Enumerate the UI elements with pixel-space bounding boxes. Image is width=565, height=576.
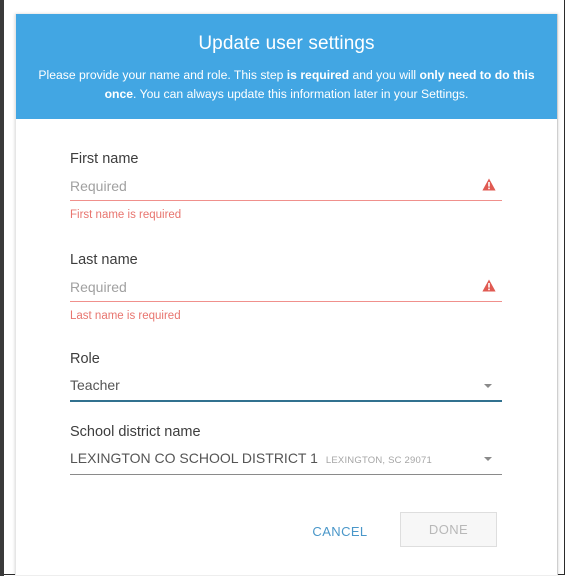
first-name-label: First name [70, 151, 139, 167]
done-button[interactable]: DONE [400, 512, 497, 547]
school-district-location: LEXINGTON, SC 29071 [325, 455, 432, 466]
chevron-down-icon [484, 384, 492, 388]
school-district-select[interactable]: School district name LEXINGTON CO SCHOOL… [70, 424, 502, 478]
first-name-input[interactable] [70, 173, 502, 199]
description-text-1: Please provide your name and role. This … [38, 68, 287, 82]
cancel-button[interactable]: CANCEL [303, 516, 377, 546]
role-label: Role [70, 351, 100, 367]
warning-icon [482, 178, 496, 191]
first-name-underline [70, 200, 502, 201]
first-name-field: First name First name is required [70, 151, 502, 231]
description-bold-required: is required [286, 68, 350, 82]
dialog-description: Please provide your name and role. This … [24, 66, 549, 104]
school-district-label: School district name [70, 424, 201, 440]
user-settings-dialog: Update user settings Please provide your… [15, 14, 558, 575]
dialog-header: Update user settings Please provide your… [16, 14, 557, 119]
school-district-value: LEXINGTON CO SCHOOL DISTRICT 1 LEXINGTON,… [70, 450, 432, 466]
description-text-2: and you will [349, 68, 420, 82]
description-text-3: . You can always update this information… [133, 87, 469, 101]
last-name-underline [70, 301, 502, 302]
background-edge [0, 0, 4, 576]
role-select[interactable]: Role Teacher [70, 351, 502, 405]
last-name-field: Last name Last name is required [70, 252, 502, 332]
last-name-error: Last name is required [70, 310, 181, 322]
role-underline [70, 400, 502, 402]
first-name-error: First name is required [70, 209, 182, 221]
last-name-input[interactable] [70, 274, 502, 300]
warning-icon [482, 279, 496, 292]
dialog-title: Update user settings [198, 33, 375, 54]
school-district-name: LEXINGTON CO SCHOOL DISTRICT 1 [70, 450, 318, 466]
chevron-down-icon [484, 457, 492, 461]
school-district-underline [70, 474, 502, 475]
role-value: Teacher [70, 377, 120, 393]
last-name-label: Last name [70, 252, 138, 268]
